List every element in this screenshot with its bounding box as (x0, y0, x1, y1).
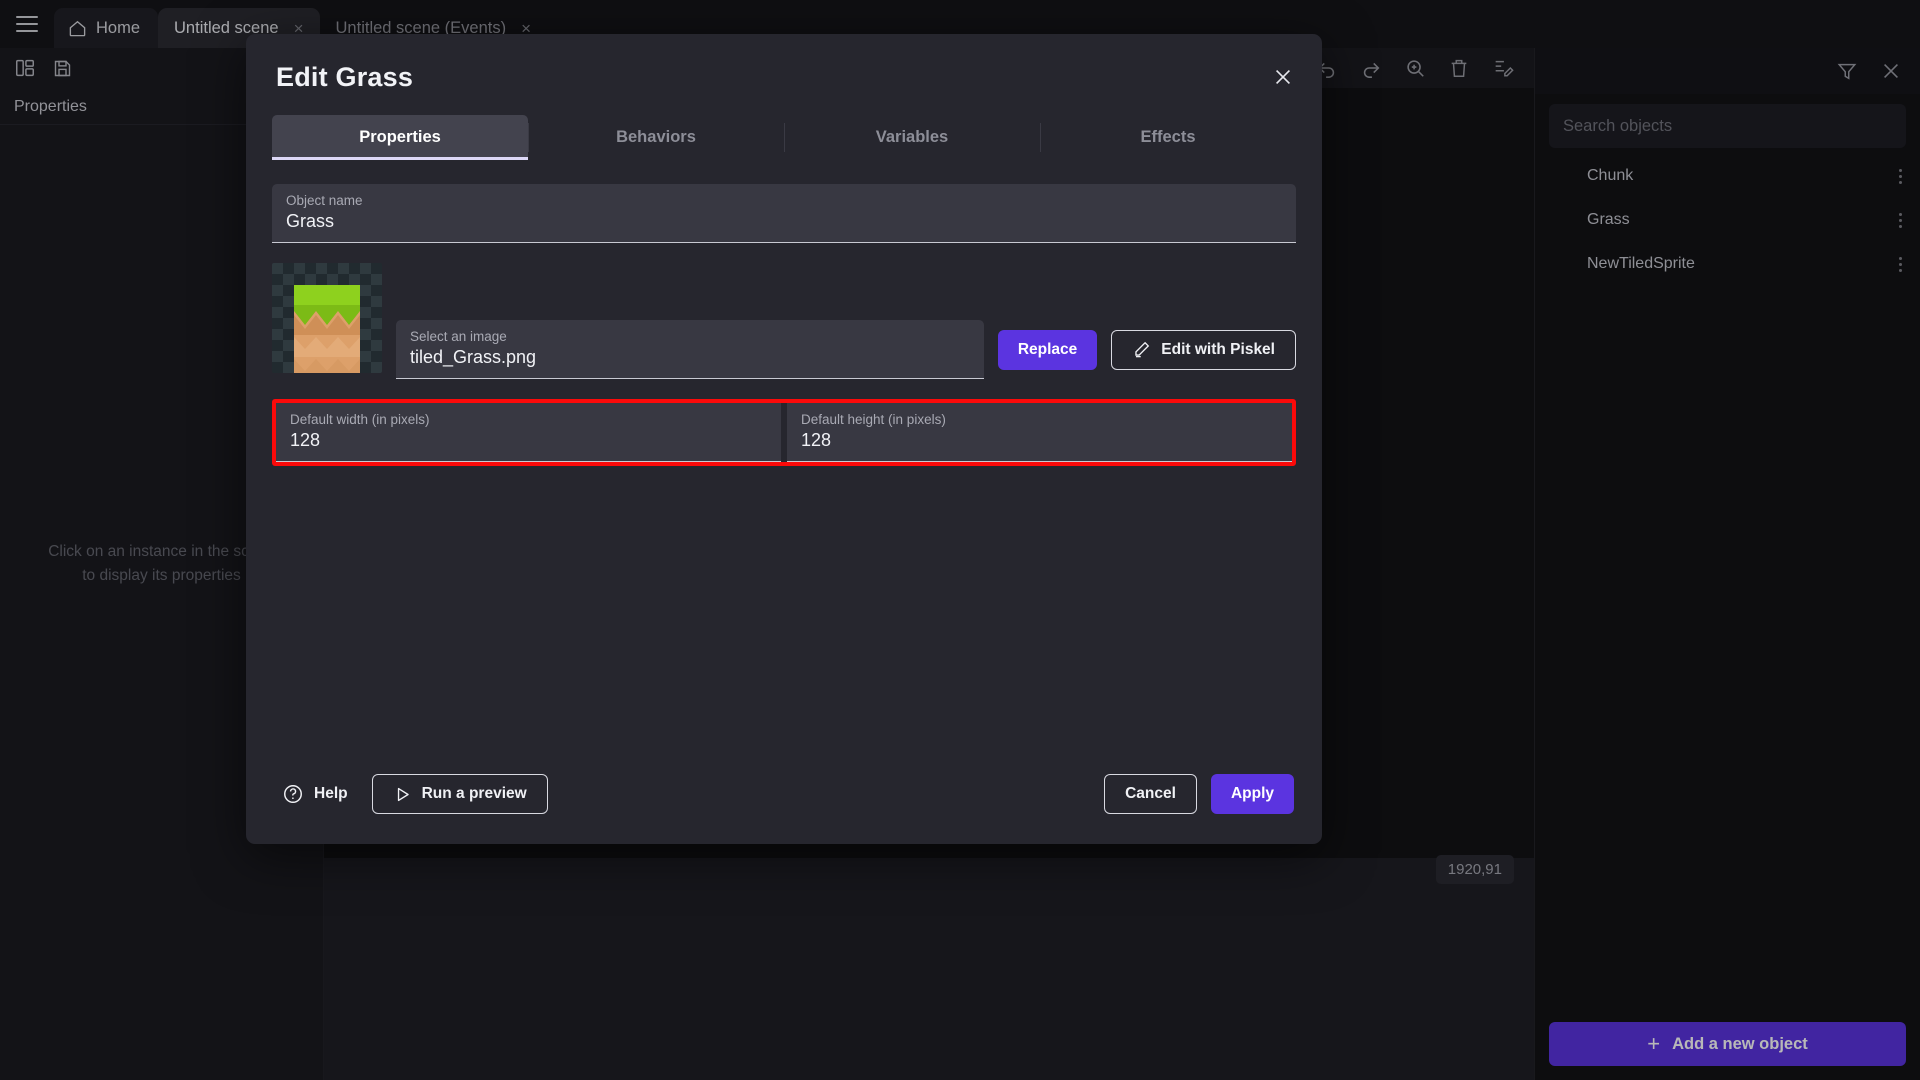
tiled-grass-sprite (294, 285, 360, 373)
footer-right-actions: Cancel Apply (1104, 774, 1294, 814)
help-button[interactable]: Help (274, 783, 356, 805)
help-label: Help (314, 785, 348, 803)
application-window: Home Untitled scene × Untitled scene (Ev… (0, 0, 1920, 1080)
select-image-field[interactable]: Select an image tiled_Grass.png (396, 320, 984, 379)
footer-left-actions: Help Run a preview (274, 774, 548, 814)
cancel-label: Cancel (1125, 785, 1176, 803)
cancel-button[interactable]: Cancel (1104, 774, 1197, 814)
default-width-label: Default width (in pixels) (290, 412, 767, 427)
default-height-value: 128 (801, 430, 1278, 451)
object-name-value: Grass (286, 211, 1282, 232)
close-icon[interactable] (1266, 60, 1300, 94)
tab-properties-label: Properties (359, 128, 441, 146)
tab-variables[interactable]: Variables (784, 115, 1040, 160)
default-height-label: Default height (in pixels) (801, 412, 1278, 427)
sprite-thumbnail[interactable] (272, 263, 382, 373)
tab-properties[interactable]: Properties (272, 115, 528, 160)
run-preview-button[interactable]: Run a preview (372, 774, 548, 814)
tab-effects[interactable]: Effects (1040, 115, 1296, 160)
edit-with-piskel-label: Edit with Piskel (1161, 341, 1275, 359)
apply-button[interactable]: Apply (1211, 774, 1294, 814)
replace-image-label: Replace (1018, 341, 1077, 359)
select-image-label: Select an image (410, 329, 970, 344)
replace-image-button[interactable]: Replace (998, 330, 1097, 370)
image-controls: Select an image tiled_Grass.png Replace … (396, 263, 1296, 379)
dialog-body: Object name Grass (246, 160, 1322, 758)
object-name-field[interactable]: Object name Grass (272, 184, 1296, 243)
object-name-label: Object name (286, 193, 1282, 208)
tab-behaviors-label: Behaviors (616, 128, 696, 146)
dialog-title: Edit Grass (276, 62, 1292, 93)
run-preview-label: Run a preview (422, 785, 527, 803)
tab-effects-label: Effects (1140, 128, 1195, 146)
edit-with-piskel-button[interactable]: Edit with Piskel (1111, 330, 1296, 370)
image-section: Select an image tiled_Grass.png Replace … (272, 263, 1296, 379)
apply-label: Apply (1231, 785, 1274, 803)
dialog-header: Edit Grass (246, 34, 1322, 101)
tab-behaviors[interactable]: Behaviors (528, 115, 784, 160)
select-image-value: tiled_Grass.png (410, 347, 970, 368)
dialog-tabs: Properties Behaviors Variables Effects (272, 115, 1296, 160)
tab-variables-label: Variables (876, 128, 948, 146)
question-circle-icon (282, 783, 304, 805)
dialog-footer: Help Run a preview Cancel Apply (246, 758, 1322, 844)
default-size-highlight: Default width (in pixels) 128 Default he… (272, 399, 1296, 466)
default-height-field[interactable]: Default height (in pixels) 128 (787, 403, 1292, 462)
default-width-value: 128 (290, 430, 767, 451)
play-icon (393, 785, 412, 804)
default-width-field[interactable]: Default width (in pixels) 128 (276, 403, 781, 462)
edit-object-dialog: Edit Grass Properties Behaviors Variable… (246, 34, 1322, 844)
pencil-icon (1132, 340, 1151, 359)
